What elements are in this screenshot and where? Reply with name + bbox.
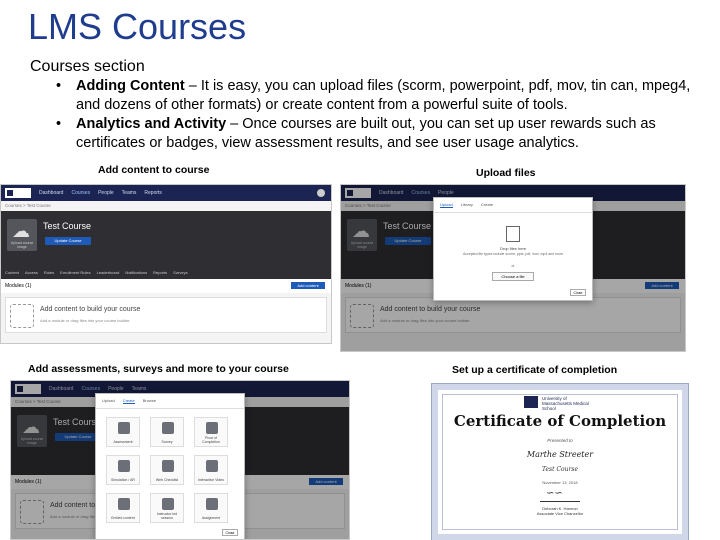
certificate-date: November 13, 2018 xyxy=(542,480,578,485)
nav-item[interactable]: Reports xyxy=(144,190,162,196)
tile-assignment[interactable]: Assignment xyxy=(194,493,228,523)
bullet-list: • Adding Content – It is easy, you can u… xyxy=(56,77,706,153)
tile-proof-of-completion[interactable]: Proof of Completion xyxy=(194,417,228,447)
certificate-title: Certificate of Completion xyxy=(453,412,667,430)
close-button[interactable]: Close xyxy=(570,289,586,296)
drop-zone-subtitle: Accepted file types include scorm, pptx,… xyxy=(462,252,564,256)
screenshot-assessments: Dashboard Courses People Teams Courses >… xyxy=(10,380,350,540)
tile-instructor-led[interactable]: Instructor led session xyxy=(150,493,184,523)
modules-label: Modules (1) xyxy=(5,283,32,289)
bullet-dot: • xyxy=(56,78,62,94)
nav-item[interactable]: Teams xyxy=(122,190,137,196)
signature xyxy=(540,488,580,502)
survey-icon xyxy=(162,422,174,434)
modal-tabs: Upload Create Browse xyxy=(96,394,244,409)
empty-title: Add content to build your course xyxy=(40,306,141,313)
tab-enrollment-rules[interactable]: Enrollment Rules xyxy=(60,270,90,275)
breadcrumb: Courses > Test Course xyxy=(1,201,331,211)
simulation-icon xyxy=(118,460,130,472)
content-type-grid: Assessment Survey Proof of Completion Si… xyxy=(96,409,244,531)
tab-content[interactable]: Content xyxy=(5,270,19,275)
modules-bar: Modules (1) Add content xyxy=(1,279,331,293)
tab-surveys[interactable]: Surveys xyxy=(173,270,187,275)
tile-interactive-video[interactable]: Interactive Video xyxy=(194,455,228,485)
update-course-button[interactable]: Update Course xyxy=(45,237,91,245)
tab-create[interactable]: Create xyxy=(481,202,493,208)
bullet-heading: Analytics and Activity xyxy=(76,116,227,132)
nav-item[interactable]: Courses xyxy=(71,190,90,196)
modal-tabs: Upload Library Create xyxy=(434,198,592,213)
certificate-preview: University of Massachusetts Medical Scho… xyxy=(431,383,689,540)
bullet-item: • Adding Content – It is easy, you can u… xyxy=(56,77,706,115)
tab-reports[interactable]: Reports xyxy=(153,270,167,275)
tab-create[interactable]: Create xyxy=(122,398,135,404)
tab-browse[interactable]: Browse xyxy=(143,398,156,404)
or-divider: or xyxy=(511,264,515,268)
slide-title: LMS Courses xyxy=(28,6,247,47)
bullet-heading: Adding Content xyxy=(76,78,185,94)
bullet-dot: • xyxy=(56,116,62,132)
nav-item[interactable]: People xyxy=(98,190,114,196)
signer-role: Associate Vice Chancellor xyxy=(536,511,584,516)
tab-access[interactable]: Access xyxy=(25,270,38,275)
university-logo-icon xyxy=(524,396,538,408)
bullet-item: • Analytics and Activity – Once courses … xyxy=(56,115,706,153)
certificate-course: Test Course xyxy=(541,466,579,473)
caption-certificate: Set up a certificate of completion xyxy=(452,364,618,376)
caption-upload: Upload files xyxy=(476,167,536,179)
module-placeholder-icon xyxy=(10,304,34,328)
tab-rules[interactable]: Rules xyxy=(44,270,54,275)
add-content-button[interactable]: Add content xyxy=(291,282,325,289)
certificate-presented: Presented to xyxy=(547,438,573,443)
slide-subtitle: Courses section xyxy=(30,58,145,75)
empty-state: Add content to build your course Add a m… xyxy=(5,297,327,333)
tab-leaderboard[interactable]: Leaderboard xyxy=(97,270,120,275)
app-navbar: Dashboard Courses People Teams Reports xyxy=(1,185,331,201)
certificate-org: University of Massachusetts Medical Scho… xyxy=(542,396,589,411)
certificate-signer: Deborah K. Harmon Associate Vice Chancel… xyxy=(438,506,682,516)
empty-subtitle: Add a module or drag files into your cou… xyxy=(40,318,131,323)
assignment-icon xyxy=(206,498,218,510)
video-icon xyxy=(206,460,218,472)
tab-library[interactable]: Library xyxy=(461,202,473,208)
screenshot-add-content: Dashboard Courses People Teams Reports C… xyxy=(0,184,332,344)
create-content-modal: Upload Create Browse Assessment Survey P… xyxy=(95,393,245,539)
nav-item[interactable]: Dashboard xyxy=(39,190,63,196)
instructor-icon xyxy=(162,498,174,510)
tile-assessment[interactable]: Assessment xyxy=(106,417,140,447)
course-header: Upload course image Test Course Update C… xyxy=(1,211,331,279)
document-icon xyxy=(206,422,218,434)
cloud-upload-icon[interactable]: Upload course image xyxy=(7,219,37,251)
avatar[interactable] xyxy=(317,189,325,197)
course-tabs: Content Access Rules Enrollment Rules Le… xyxy=(5,270,327,275)
tile-survey[interactable]: Survey xyxy=(150,417,184,447)
tile-simulation[interactable]: Simulation / AR xyxy=(106,455,140,485)
tab-upload[interactable]: Upload xyxy=(440,202,453,208)
app-logo xyxy=(5,188,31,198)
upload-modal: Upload Library Create Drop files here Ac… xyxy=(433,197,593,301)
tab-notifications[interactable]: Notifications xyxy=(125,270,147,275)
tile-web-checklist[interactable]: Web Checklist xyxy=(150,455,184,485)
course-title: Test Course xyxy=(43,221,92,231)
checklist-icon xyxy=(162,460,174,472)
caption-assessments: Add assessments, surveys and more to you… xyxy=(28,363,289,375)
tab-upload[interactable]: Upload xyxy=(102,398,115,404)
screenshot-upload: Dashboard Courses People Courses > Test … xyxy=(340,184,686,352)
file-upload-icon xyxy=(506,226,520,242)
certificate-recipient: Marthe Streeter xyxy=(526,450,594,459)
tile-embed-content[interactable]: Embed content xyxy=(106,493,140,523)
close-button[interactable]: Close xyxy=(222,529,238,536)
caption-add-content: Add content to course xyxy=(98,164,210,176)
drop-zone-title: Drop files here xyxy=(499,246,526,251)
choose-file-button[interactable]: Choose a file xyxy=(492,272,534,281)
assessment-icon xyxy=(118,422,130,434)
embed-icon xyxy=(118,498,130,510)
